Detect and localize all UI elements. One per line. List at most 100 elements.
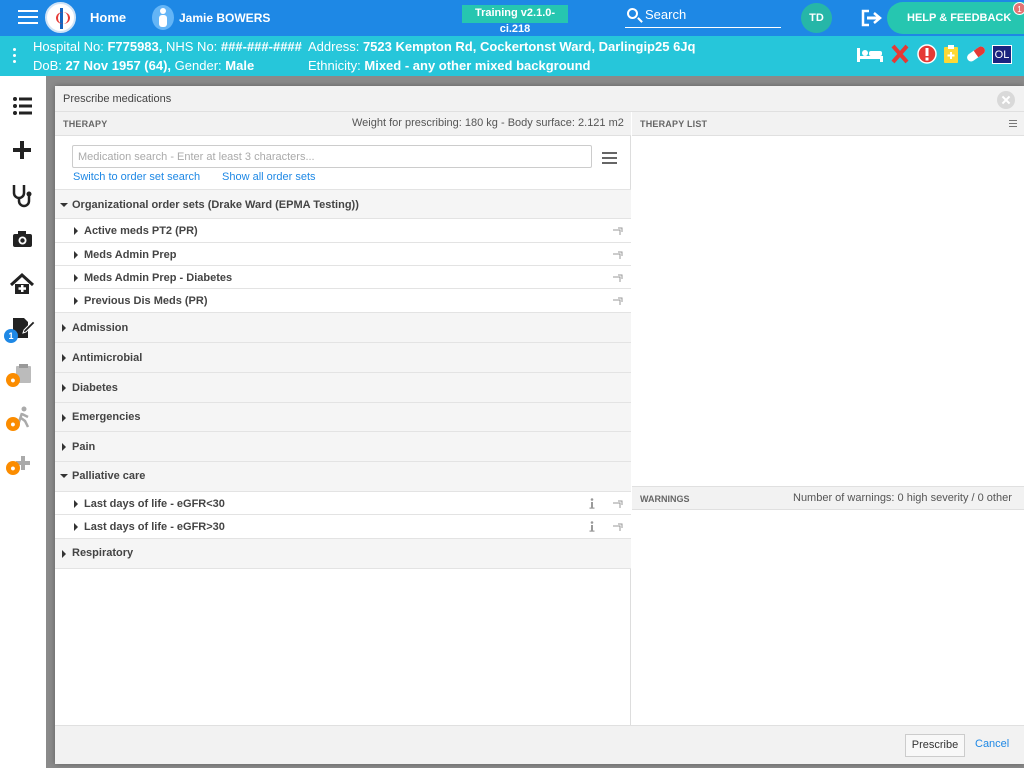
lock-icon: ● [6, 461, 20, 475]
order-set-group[interactable]: Pain [55, 432, 631, 462]
item-label: Last days of life - eGFR>30 [84, 521, 225, 533]
apply-icon[interactable] [612, 296, 624, 306]
nav-list[interactable] [0, 84, 46, 128]
walking-person-icon [14, 406, 30, 428]
order-set-group[interactable]: Palliative care [55, 462, 631, 492]
item-label: Meds Admin Prep - Diabetes [84, 272, 233, 284]
pill-icon[interactable] [965, 45, 987, 66]
apply-icon[interactable] [612, 499, 624, 509]
show-all-order-sets-link[interactable]: Show all order sets [222, 171, 316, 183]
bed-icon[interactable] [856, 44, 884, 67]
order-set-group[interactable]: Emergencies [55, 403, 631, 432]
dialog-title-bar: Prescribe medications [55, 86, 1024, 112]
switch-order-set-link[interactable]: Switch to order set search [73, 171, 200, 183]
therapy-list-heading: THERAPY LIST [640, 119, 708, 129]
nav-clinical[interactable] [0, 172, 46, 216]
item-label: Active meds PT2 (PR) [84, 225, 198, 237]
nav-locked-walk[interactable]: ● [0, 396, 46, 440]
order-set-group[interactable]: Diabetes [55, 373, 631, 403]
order-set-item[interactable]: Previous Dis Meds (PR) [55, 289, 631, 313]
therapy-list-header: THERAPY LIST [632, 112, 1024, 136]
home-link[interactable]: Home [90, 10, 126, 25]
menu-icon[interactable] [18, 10, 38, 26]
ethnicity-label: Ethnicity: [308, 58, 361, 73]
address-value: 7523 Kempton Rd, Cockertonst Ward, Darli… [362, 39, 696, 54]
expand-right-icon [62, 384, 66, 392]
address-label: Address: [308, 39, 360, 54]
order-set-group[interactable]: Admission [55, 313, 631, 343]
app-logo[interactable] [45, 2, 76, 33]
expand-right-icon [74, 297, 78, 305]
order-set-item[interactable]: Meds Admin Prep - Diabetes [55, 266, 631, 289]
group-label: Antimicrobial [72, 352, 143, 364]
therapy-header: THERAPY Weight for prescribing: 180 kg -… [55, 112, 631, 136]
ol-badge[interactable]: OL [992, 45, 1012, 64]
help-feedback-button[interactable]: HELP & FEEDBACK [887, 2, 1024, 34]
nav-locked-add[interactable]: ● [0, 440, 46, 484]
nav-camera[interactable] [0, 218, 46, 262]
dob-label: DoB: [33, 58, 62, 73]
lock-icon: ● [6, 373, 20, 387]
gender-label: Gender: [174, 58, 222, 73]
hospital-label: Hospital No: [33, 39, 104, 54]
info-icon[interactable] [589, 498, 595, 509]
nav-add[interactable] [0, 128, 46, 172]
therapy-heading: THERAPY [63, 119, 108, 129]
expand-right-icon [62, 443, 66, 451]
apply-icon[interactable] [612, 522, 624, 532]
therapy-pane: THERAPY Weight for prescribing: 180 kg -… [55, 112, 631, 725]
prescribe-button[interactable]: Prescribe [905, 734, 965, 757]
group-label: Respiratory [72, 547, 134, 559]
expand-right-icon [74, 523, 78, 531]
training-badge: Training v2.1.0-ci.218 [462, 5, 568, 35]
item-label: Meds Admin Prep [84, 249, 177, 261]
order-set-item[interactable]: Active meds PT2 (PR) [55, 219, 631, 243]
item-label: Last days of life - eGFR<30 [84, 498, 225, 510]
order-set-group[interactable]: Organizational order sets (Drake Ward (E… [55, 189, 631, 219]
close-icon[interactable] [997, 91, 1015, 109]
order-set-item[interactable]: Last days of life - eGFR<30 [55, 492, 631, 515]
logout-icon[interactable] [861, 9, 883, 27]
apply-icon[interactable] [612, 226, 624, 236]
cancel-button[interactable]: Cancel [975, 738, 1009, 750]
therapy-list-menu-icon[interactable] [1009, 120, 1017, 128]
list-icon [13, 97, 32, 115]
order-set-item[interactable]: Meds Admin Prep [55, 243, 631, 266]
clipboard-locked-icon [16, 364, 31, 383]
item-label: Previous Dis Meds (PR) [84, 295, 208, 307]
more-options-icon[interactable] [13, 48, 17, 66]
apply-icon[interactable] [612, 250, 624, 260]
patient-banner: Hospital No: F775983, NHS No: ###-###-##… [0, 36, 1024, 76]
user-avatar[interactable]: TD [801, 3, 832, 33]
patient-icon [152, 5, 174, 30]
nav-locked-clipboard[interactable]: ● [0, 352, 46, 396]
group-label: Diabetes [72, 382, 118, 394]
list-options-icon[interactable] [602, 152, 617, 164]
expand-right-icon [62, 414, 66, 422]
warnings-heading: WARNINGS [640, 494, 690, 504]
warnings-header: WARNINGS Number of warnings: 0 high seve… [632, 486, 1024, 510]
expand-right-icon [62, 324, 66, 332]
order-set-item[interactable]: Last days of life - eGFR>30 [55, 515, 631, 539]
info-icon[interactable] [589, 521, 595, 532]
nav-home-care[interactable] [0, 262, 46, 306]
medication-search-input[interactable]: Medication search - Enter at least 3 cha… [72, 145, 592, 168]
global-search[interactable]: Search [625, 6, 781, 28]
expand-down-icon [60, 474, 68, 478]
house-medical-icon [9, 272, 35, 294]
lock-icon: ● [6, 417, 20, 431]
order-set-group[interactable]: Antimicrobial [55, 343, 631, 373]
group-label: Admission [72, 322, 129, 334]
stethoscope-icon [12, 185, 32, 208]
search-placeholder: Medication search - Enter at least 3 cha… [78, 151, 315, 163]
plus-locked-icon [16, 456, 30, 470]
red-cross-icon[interactable] [891, 44, 909, 67]
clipboard-icon[interactable] [943, 44, 959, 67]
expand-right-icon [74, 251, 78, 259]
order-set-group[interactable]: Respiratory [55, 539, 631, 569]
group-label: Organizational order sets (Drake Ward (E… [72, 199, 359, 211]
alert-icon[interactable] [917, 44, 937, 67]
patient-name[interactable]: Jamie BOWERS [179, 11, 270, 25]
nav-notes[interactable]: 1 [0, 306, 46, 350]
apply-icon[interactable] [612, 273, 624, 283]
